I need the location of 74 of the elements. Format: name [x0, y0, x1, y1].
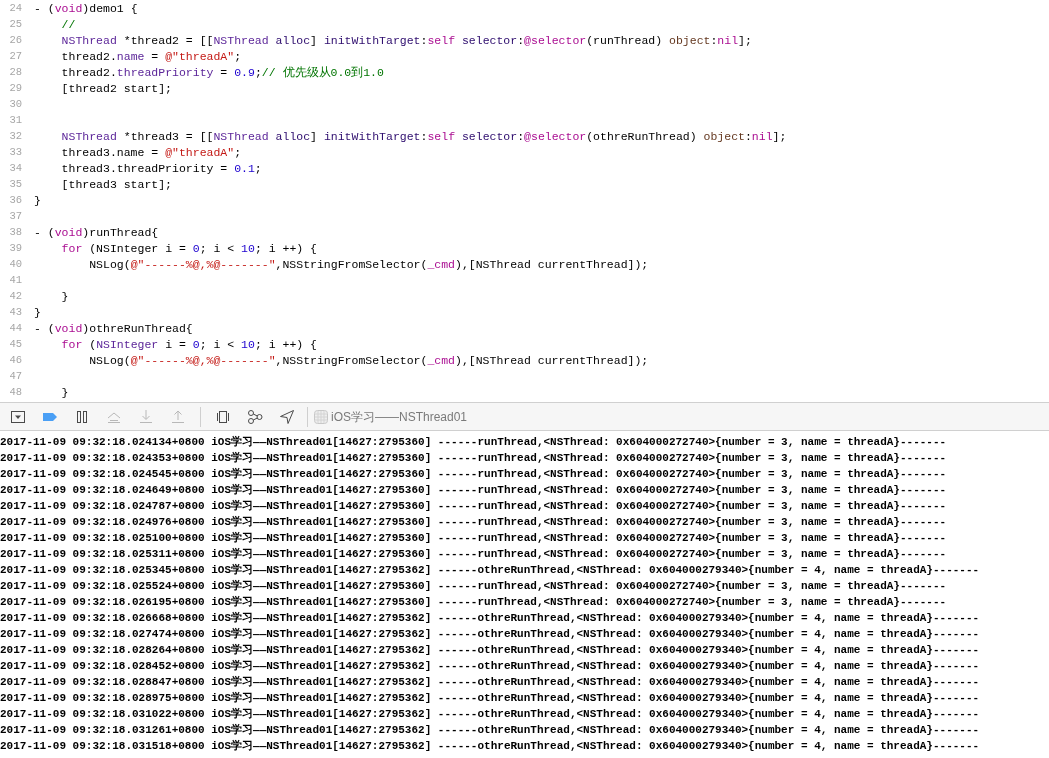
- process-selector[interactable]: iOS学习——NSThread01: [314, 407, 468, 426]
- pause-icon: [74, 408, 90, 425]
- line-number: 33: [8, 145, 22, 161]
- line-number: 47: [8, 369, 22, 385]
- line-number: 43: [8, 305, 22, 321]
- line-number: 38: [8, 225, 22, 241]
- line-number: 37: [8, 209, 22, 225]
- code-line: //: [60, 17, 76, 34]
- line-number: 40: [8, 257, 22, 273]
- console-line: 2017-11-09 09:32:18.026195+0800 iOS学习——NSThread01[14627:2795360] ------runThread,<NSThread: 0x604000272740>{number = 3, name = threadA}-------: [0, 595, 947, 610]
- line-number: 42: [8, 289, 22, 305]
- console-line: 2017-11-09 09:32:18.026668+0800 iOS学习——NSThread01[14627:2795362] ------othreRunThread,<NSThread: 0x604000279340>{number = 4, name = threadA}-------: [0, 611, 980, 626]
- console-line: 2017-11-09 09:32:18.025311+0800 iOS学习——NSThread01[14627:2795360] ------runThread,<NSThread: 0x604000272740>{number = 3, name = threadA}-------: [0, 547, 947, 562]
- console-line: 2017-11-09 09:32:18.024353+0800 iOS学习——NSThread01[14627:2795360] ------runThread,<NSThread: 0x604000272740>{number = 3, name = threadA}-------: [0, 451, 947, 466]
- code-line: }: [60, 385, 69, 402]
- line-number: 48: [8, 385, 22, 401]
- console-line: 2017-11-09 09:32:18.024134+0800 iOS学习——NSThread01[14627:2795360] ------runThread,<NSThread: 0x604000272740>{number = 3, name = threadA}-------: [0, 435, 947, 450]
- console-line: 2017-11-09 09:32:18.024649+0800 iOS学习——NSThread01[14627:2795360] ------runThread,<NSThread: 0x604000272740>{number = 3, name = threadA}-------: [0, 483, 947, 498]
- code-line: NSThread *thread3 = [[NSThread alloc] initWithTarget:self selector:@selector(othreRunThread) object:nil];: [60, 129, 787, 146]
- graph-icon: [247, 408, 263, 425]
- console-line: 2017-11-09 09:32:18.028264+0800 iOS学习——NSThread01[14627:2795362] ------othreRunThread,<NSThread: 0x604000279340>{number = 4, name = threadA}-------: [0, 643, 980, 658]
- line-number: 41: [8, 273, 22, 289]
- console-line: 2017-11-09 09:32:18.031518+0800 iOS学习——NSThread01[14627:2795362] ------othreRunThread,<NSThread: 0x604000279340>{number = 4, name = threadA}-------: [0, 739, 980, 754]
- console-line: 2017-11-09 09:32:18.028452+0800 iOS学习——NSThread01[14627:2795362] ------othreRunThread,<NSThread: 0x604000279340>{number = 4, name = threadA}-------: [0, 659, 980, 674]
- code-line: NSLog(@"------%@,%@-------",NSStringFromSelector(_cmd),[NSThread currentThread]);: [88, 353, 649, 370]
- code-line: [thread2 start];: [60, 81, 173, 98]
- code-line: [thread3 start];: [60, 177, 173, 194]
- code-line: }: [60, 289, 69, 306]
- line-number: 29: [8, 81, 22, 97]
- console-line: 2017-11-09 09:32:18.031022+0800 iOS学习——NSThread01[14627:2795362] ------othreRunThread,<NSThread: 0x604000279340>{number = 4, name = threadA}-------: [0, 707, 980, 722]
- code-line: thread3.name = @"threadA";: [60, 145, 242, 162]
- console-line: 2017-11-09 09:32:18.025100+0800 iOS学习——NSThread01[14627:2795360] ------runThread,<NSThread: 0x604000272740>{number = 3, name = threadA}-------: [0, 531, 947, 546]
- console-line: 2017-11-09 09:32:18.025524+0800 iOS学习——NSThread01[14627:2795360] ------runThread,<NSThread: 0x604000272740>{number = 3, name = threadA}-------: [0, 579, 947, 594]
- step-out-icon: [170, 408, 186, 425]
- code-line: thread2.threadPriority = 0.9;// 优先级从0.0到1.0: [60, 65, 384, 82]
- line-number: 32: [8, 129, 22, 145]
- code-line: }: [34, 193, 41, 210]
- line-number: 27: [8, 49, 22, 65]
- code-line: thread2.name = @"threadA";: [60, 49, 242, 66]
- console-line: 2017-11-09 09:32:18.024976+0800 iOS学习——NSThread01[14627:2795360] ------runThread,<NSThread: 0x604000272740>{number = 3, name = threadA}-------: [0, 515, 947, 530]
- line-number: 31: [8, 113, 22, 129]
- step-into-icon: [138, 408, 154, 425]
- app-icon: [314, 409, 328, 424]
- console-line: 2017-11-09 09:32:18.027474+0800 iOS学习——NSThread01[14627:2795362] ------othreRunThread,<NSThread: 0x604000279340>{number = 4, name = threadA}-------: [0, 627, 980, 642]
- hide-console-icon: [10, 408, 26, 425]
- line-number: 45: [8, 337, 22, 353]
- line-number: 26: [8, 33, 22, 49]
- line-number: 30: [8, 97, 22, 113]
- console-line: 2017-11-09 09:32:18.028975+0800 iOS学习——NSThread01[14627:2795362] ------othreRunThread,<NSThread: 0x604000279340>{number = 4, name = threadA}-------: [0, 691, 980, 706]
- code-line: - (void)othreRunThread{: [34, 321, 193, 338]
- layers-icon: [215, 408, 231, 425]
- location-arrow-icon: [279, 408, 295, 425]
- line-number: 24: [8, 1, 22, 17]
- line-number: 34: [8, 161, 22, 177]
- code-line: NSLog(@"------%@,%@-------",NSStringFromSelector(_cmd),[NSThread currentThread]);: [88, 257, 649, 274]
- line-number: 36: [8, 193, 22, 209]
- console-line: 2017-11-09 09:32:18.031261+0800 iOS学习——NSThread01[14627:2795362] ------othreRunThread,<NSThread: 0x604000279340>{number = 4, name = threadA}-------: [0, 723, 980, 738]
- code-line: for (NSInteger i = 0; i < 10; i ++) {: [60, 241, 317, 258]
- line-number: 39: [8, 241, 22, 257]
- line-number: 35: [8, 177, 22, 193]
- line-number: 46: [8, 353, 22, 369]
- console-line: 2017-11-09 09:32:18.028847+0800 iOS学习——NSThread01[14627:2795362] ------othreRunThread,<NSThread: 0x604000279340>{number = 4, name = threadA}-------: [0, 675, 980, 690]
- code-line: thread3.threadPriority = 0.1;: [60, 161, 262, 178]
- code-line: }: [34, 305, 41, 322]
- line-number: 28: [8, 65, 22, 81]
- console-line: 2017-11-09 09:32:18.025345+0800 iOS学习——NSThread01[14627:2795362] ------othreRunThread,<NSThread: 0x604000279340>{number = 4, name = threadA}-------: [0, 563, 980, 578]
- line-number: 44: [8, 321, 22, 337]
- code-line: NSThread *thread2 = [[NSThread alloc] initWithTarget:self selector:@selector(runThread) object:nil];: [60, 33, 752, 50]
- code-line: for (NSInteger i = 0; i < 10; i ++) {: [60, 337, 318, 354]
- line-number: 25: [8, 17, 22, 33]
- console-line: 2017-11-09 09:32:18.024545+0800 iOS学习——NSThread01[14627:2795360] ------runThread,<NSThread: 0x604000272740>{number = 3, name = threadA}-------: [0, 467, 947, 482]
- code-line: - (void)runThread{: [34, 225, 159, 242]
- code-line: - (void)demo1 {: [34, 1, 138, 18]
- console-line: 2017-11-09 09:32:18.024787+0800 iOS学习——NSThread01[14627:2795360] ------runThread,<NSThread: 0x604000272740>{number = 3, name = threadA}-------: [0, 499, 947, 514]
